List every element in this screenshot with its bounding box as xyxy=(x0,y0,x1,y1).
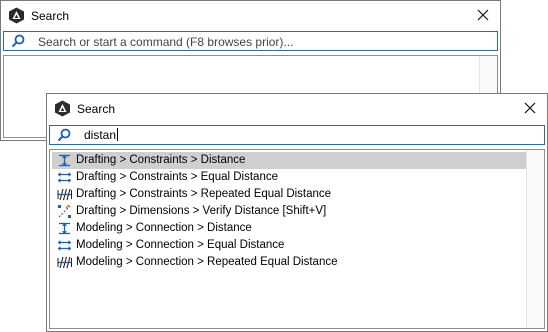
distance-constraint-icon xyxy=(59,154,70,167)
result-label: Modeling > Connection > Equal Distance xyxy=(76,239,285,251)
repeated-equal-distance-icon xyxy=(57,188,72,201)
result-item[interactable]: Modeling > Connection > Equal Distance xyxy=(52,237,526,254)
results-items: Drafting > Constraints > Distance Drafti… xyxy=(52,152,526,271)
distance-constraint-icon xyxy=(59,222,70,235)
window-title: Search xyxy=(31,9,70,23)
result-label: Drafting > Constraints > Repeated Equal … xyxy=(76,188,332,200)
result-label: Drafting > Dimensions > Verify Distance … xyxy=(76,205,327,217)
search-placeholder: Search or start a command (F8 browses pr… xyxy=(38,35,294,49)
search-icon xyxy=(57,128,71,142)
result-label: Modeling > Connection > Repeated Equal D… xyxy=(76,256,338,268)
result-item[interactable]: Drafting > Constraints > Repeated Equal … xyxy=(52,186,526,203)
result-label: Drafting > Constraints > Equal Distance xyxy=(76,171,278,183)
search-icon xyxy=(11,34,25,48)
equal-distance-icon xyxy=(57,172,72,183)
repeated-equal-distance-icon xyxy=(57,256,72,269)
window-title: Search xyxy=(77,102,116,116)
equal-distance-icon xyxy=(57,240,72,251)
close-icon xyxy=(477,9,489,21)
app-logo-icon xyxy=(55,100,70,117)
foreground-search-window: Search distan Drafting > Constraints > D… xyxy=(46,93,548,332)
result-label: Drafting > Constraints > Distance xyxy=(76,154,246,166)
result-item[interactable]: Modeling > Connection > Distance xyxy=(52,220,526,237)
result-item[interactable]: Modeling > Connection > Repeated Equal D… xyxy=(52,254,526,271)
close-button[interactable] xyxy=(470,3,496,27)
command-search-field[interactable]: Search or start a command (F8 browses pr… xyxy=(3,31,498,51)
app-logo-icon xyxy=(9,7,24,24)
results-list[interactable]: Drafting > Constraints > Distance Drafti… xyxy=(49,149,545,329)
result-label: Modeling > Connection > Distance xyxy=(76,222,252,234)
result-item[interactable]: Drafting > Dimensions > Verify Distance … xyxy=(52,203,526,220)
close-button[interactable] xyxy=(517,96,543,120)
text-caret xyxy=(117,128,119,141)
verify-distance-icon xyxy=(58,204,71,218)
command-search-field[interactable]: distan xyxy=(49,125,545,145)
result-item[interactable]: Drafting > Constraints > Distance xyxy=(52,152,526,169)
search-input[interactable]: distan xyxy=(84,127,119,143)
scrollbar[interactable] xyxy=(526,150,544,328)
result-item[interactable]: Drafting > Constraints > Equal Distance xyxy=(52,169,526,186)
title-bar: Search xyxy=(1,1,500,31)
title-bar: Search xyxy=(47,94,547,124)
search-input-value: distan xyxy=(84,128,117,142)
close-icon xyxy=(524,102,536,114)
